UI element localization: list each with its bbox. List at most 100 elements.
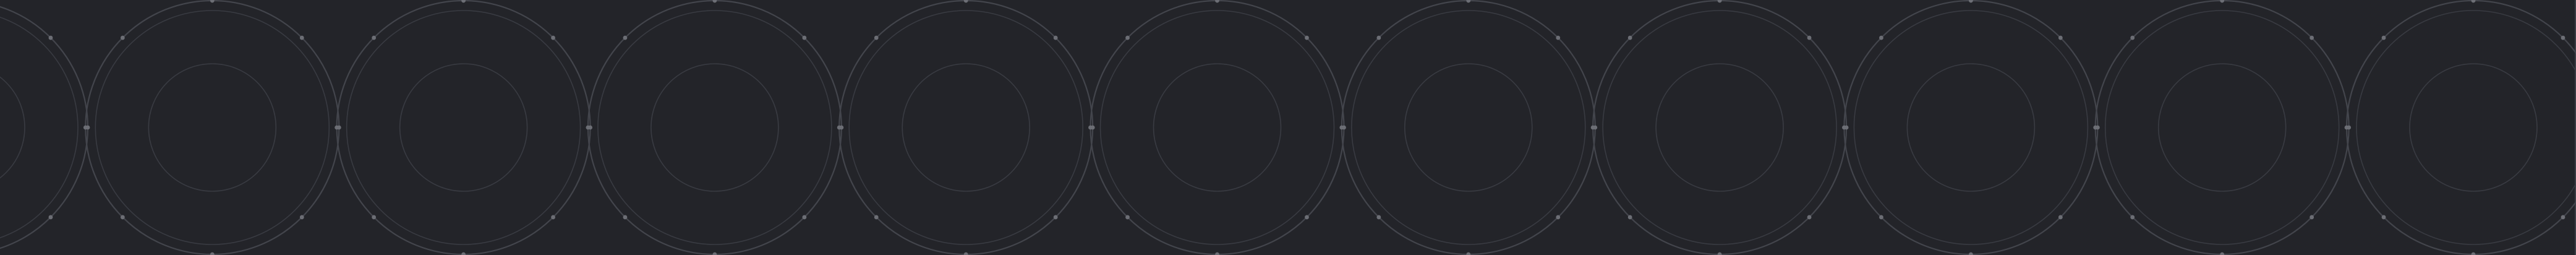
ring-dot xyxy=(2130,35,2135,40)
circle-motif xyxy=(1842,0,2100,255)
outer-ring xyxy=(0,6,89,249)
inner-ring xyxy=(1153,63,1282,192)
ring-dot xyxy=(837,125,842,130)
ring-dot xyxy=(1717,0,1722,3)
ring-dot xyxy=(1305,35,1309,40)
middle-ring xyxy=(346,10,581,245)
ring-dot xyxy=(1879,35,1883,40)
ring-dot xyxy=(48,35,53,40)
ring-dot xyxy=(1879,215,1883,220)
middle-ring xyxy=(95,10,330,245)
ring-dot xyxy=(2220,0,2225,3)
ring-dot xyxy=(963,0,968,3)
ring-dot xyxy=(48,215,53,220)
inner-ring xyxy=(2157,63,2287,192)
middle-ring xyxy=(1099,10,1335,245)
ring-dot xyxy=(2471,252,2476,255)
ring-dot xyxy=(1969,0,1973,3)
ring-dot xyxy=(551,35,555,40)
ring-dot xyxy=(2058,215,2063,220)
ring-dot xyxy=(1125,215,1130,220)
ring-dot xyxy=(2309,35,2314,40)
inner-ring xyxy=(399,63,528,192)
ring-dot xyxy=(2381,35,2386,40)
ring-dot xyxy=(2093,125,2098,130)
outer-ring xyxy=(2345,0,2576,255)
circle-motif xyxy=(1590,0,1849,255)
ring-dot xyxy=(2130,215,2135,220)
circle-motif xyxy=(335,0,592,255)
ring-dot xyxy=(120,215,125,220)
ring-dot xyxy=(623,35,628,40)
ring-dot xyxy=(335,125,339,130)
inner-ring xyxy=(1906,63,2036,192)
circle-motif xyxy=(2344,0,2576,255)
inner-ring xyxy=(1655,63,1784,192)
circle-motif xyxy=(1339,0,1598,255)
circle-motif xyxy=(837,0,1095,255)
ring-dot xyxy=(874,35,879,40)
ring-dot xyxy=(1969,252,1973,255)
inner-ring xyxy=(2409,63,2538,192)
ring-dot xyxy=(372,215,377,220)
ring-dot xyxy=(1339,125,1344,130)
ring-dot xyxy=(1556,215,1561,220)
middle-ring xyxy=(1602,10,1837,245)
middle-ring xyxy=(0,17,79,238)
ring-dot xyxy=(963,252,968,255)
ring-dot xyxy=(551,215,555,220)
ring-dot xyxy=(1807,35,1812,40)
ring-dot xyxy=(586,125,591,130)
middle-ring xyxy=(2356,10,2576,245)
ring-dot xyxy=(210,0,215,3)
ring-dot xyxy=(1717,252,1722,255)
ring-dot xyxy=(299,215,304,220)
inner-ring xyxy=(148,63,277,192)
circle-pattern xyxy=(0,0,2576,255)
ring-dot xyxy=(1215,252,1219,255)
circle-motif xyxy=(1088,0,1346,255)
ring-dot xyxy=(1807,215,1812,220)
ring-dot xyxy=(1053,35,1058,40)
ring-dot xyxy=(1556,35,1561,40)
ring-dot xyxy=(1376,215,1381,220)
ring-dot xyxy=(623,215,628,220)
ring-dot xyxy=(2058,35,2063,40)
ring-dot xyxy=(1627,35,1632,40)
ring-dot xyxy=(461,252,466,255)
ring-dot xyxy=(372,35,377,40)
ring-dot xyxy=(712,252,717,255)
ring-dot xyxy=(2220,252,2225,255)
ring-dot xyxy=(874,215,879,220)
ring-dot xyxy=(120,35,125,40)
ring-dot xyxy=(2561,35,2565,40)
circle-motif xyxy=(0,6,90,249)
ring-dot xyxy=(2561,215,2565,220)
middle-ring xyxy=(597,10,832,245)
ring-dot xyxy=(1125,35,1130,40)
ring-dot xyxy=(1215,0,1219,3)
ring-dot xyxy=(1590,125,1595,130)
ring-dot xyxy=(2471,0,2476,3)
ring-dot xyxy=(2381,215,2386,220)
ring-dot xyxy=(1376,35,1381,40)
ring-dot xyxy=(83,125,88,130)
ring-dot xyxy=(1305,215,1309,220)
circle-motif xyxy=(2093,0,2352,255)
circle-motif xyxy=(586,0,844,255)
inner-ring xyxy=(1404,63,1533,192)
ring-dot xyxy=(210,252,215,255)
inner-ring xyxy=(650,63,779,192)
ring-dot xyxy=(299,35,304,40)
inner-ring xyxy=(0,76,25,179)
ring-dot xyxy=(2344,125,2349,130)
ring-dot xyxy=(802,215,807,220)
circle-motif xyxy=(83,0,341,255)
middle-ring xyxy=(848,10,1083,245)
middle-ring xyxy=(2104,10,2340,245)
ring-dot xyxy=(1466,252,1471,255)
ring-dot xyxy=(712,0,717,3)
ring-dot xyxy=(1842,125,1846,130)
ring-dot xyxy=(461,0,466,3)
ring-dot xyxy=(1088,125,1093,130)
